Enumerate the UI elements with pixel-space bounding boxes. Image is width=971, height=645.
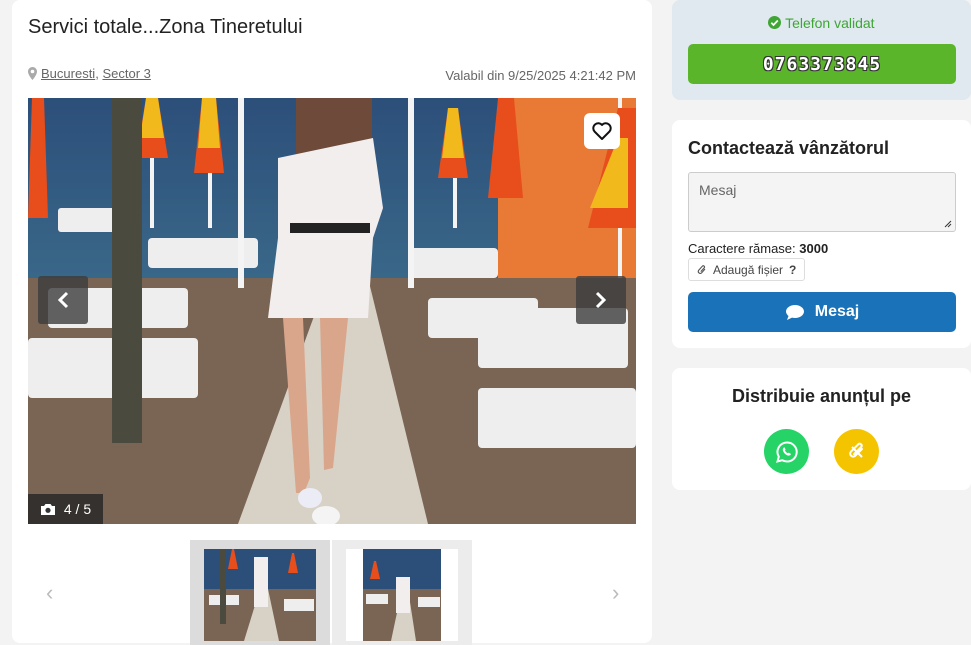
favorite-button[interactable]: [584, 113, 620, 149]
photo-gallery[interactable]: 4 / 5: [28, 98, 636, 524]
thumbnail-strip: ‹ ›: [28, 538, 636, 645]
whatsapp-icon: [775, 440, 798, 463]
location-sector-link[interactable]: Sector 3: [102, 66, 150, 81]
thumbnail-item[interactable]: [190, 540, 330, 645]
resize-handle-icon[interactable]: [944, 220, 952, 228]
thumbs-prev-arrow[interactable]: ‹: [46, 580, 53, 606]
gallery-prev-button[interactable]: [38, 276, 88, 324]
location-city-link[interactable]: Bucuresti: [41, 66, 95, 81]
map-pin-icon: [28, 67, 37, 80]
location: Bucuresti, Sector 3: [28, 66, 151, 81]
message-placeholder: Mesaj: [699, 182, 737, 198]
thumbs-next-arrow[interactable]: ›: [612, 580, 619, 606]
share-title: Distribuie anunțul pe: [731, 386, 911, 406]
phone-number-button[interactable]: 0763373845: [688, 44, 956, 84]
contact-title: Contactează vânzătorul: [688, 138, 890, 158]
chevron-right-icon: [595, 291, 607, 309]
listing-card: Servici totale...Zona Tineretului Bucure…: [12, 0, 652, 645]
camera-icon: [40, 503, 55, 515]
phone-validated-label: Telefon validat: [785, 15, 875, 31]
send-message-label: Mesaj: [814, 303, 860, 320]
photo-counter-text: 4 / 5: [63, 501, 92, 517]
attach-file-button[interactable]: Adaugă fișier ?: [688, 258, 806, 281]
chars-remaining: Caractere rămase: 3000: [688, 241, 828, 256]
share-card: Distribuie anunțul pe: [672, 368, 971, 490]
contact-seller-card: Contactează vânzătorul Mesaj Caractere r…: [672, 120, 971, 348]
check-circle-icon: [768, 16, 782, 29]
photo-counter: 4 / 5: [28, 494, 103, 524]
location-separator: ,: [95, 66, 99, 81]
thumbnail-image: [204, 549, 316, 641]
chars-remaining-value: 3000: [799, 241, 829, 256]
chars-remaining-label: Caractere rămase:: [688, 241, 796, 256]
phone-validated: Telefon validat: [672, 15, 971, 31]
attach-help-icon[interactable]: ?: [789, 263, 796, 277]
share-whatsapp-button[interactable]: [764, 429, 809, 474]
listing-photo: [28, 98, 636, 524]
thumbnail-item[interactable]: [332, 540, 472, 645]
valid-from: Valabil din 9/25/2025 4:21:42 PM: [445, 68, 636, 83]
thumbnail-image: [346, 549, 458, 641]
attach-file-label: Adaugă fișier: [713, 262, 784, 277]
paperclip-icon: [697, 264, 706, 274]
paperclip-icon: [848, 442, 863, 458]
listing-title: Servici totale...Zona Tineretului: [28, 16, 303, 38]
share-copy-link-button[interactable]: [834, 429, 879, 474]
chevron-left-icon: [57, 291, 69, 309]
heart-icon: [592, 122, 612, 140]
gallery-next-button[interactable]: [576, 276, 626, 324]
phone-card: Telefon validat 0763373845: [672, 0, 971, 100]
send-message-button[interactable]: Mesaj: [688, 292, 956, 332]
message-textarea[interactable]: Mesaj: [688, 172, 956, 232]
chat-bubble-icon: [785, 304, 804, 320]
